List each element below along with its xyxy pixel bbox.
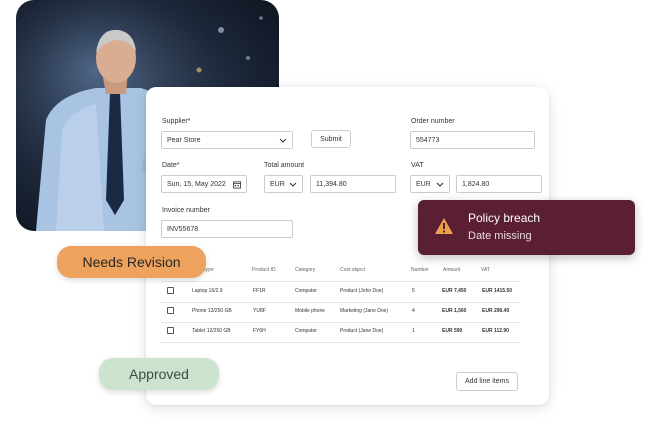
cell-product-id: FF1R — [253, 288, 266, 294]
invoice-number-label: Invoice number — [162, 207, 210, 214]
submit-button[interactable]: Submit — [311, 130, 351, 148]
cell-cost-object: Product (John Doe) — [340, 288, 384, 294]
cell-number: 4 — [412, 308, 415, 314]
cell-vat: EUR 1415.50 — [482, 288, 513, 294]
table-row: Phone 13/250 GB YU8F Mobile phone Market… — [161, 302, 519, 322]
row-checkbox[interactable] — [167, 327, 174, 334]
date-value: Sun, 15, May 2022 — [167, 180, 226, 188]
alert-title: Policy breach — [468, 211, 541, 225]
table-divider — [161, 342, 519, 343]
cell-amount: EUR 590 — [442, 328, 463, 334]
column-header-cost-object: Cost object — [340, 267, 366, 273]
cell-product: Phone 13/250 GB — [192, 308, 232, 314]
supplier-select[interactable]: Pear Store — [161, 131, 293, 149]
alert-message: Date missing — [468, 230, 532, 242]
cell-product-id: FY6H — [253, 328, 266, 334]
invoice-number-input[interactable]: INV55678 — [161, 220, 293, 238]
table-row: Laptop 16/2.9 FF1R Computer Product (Joh… — [161, 282, 519, 302]
vat-input[interactable]: 1,824.80 — [456, 175, 542, 193]
supplier-value: Pear Store — [167, 136, 201, 144]
cell-category: Computer — [295, 328, 317, 334]
chevron-down-icon — [436, 180, 444, 188]
policy-breach-alert: Policy breach Date missing — [418, 200, 635, 255]
cell-vat: EUR 296.40 — [482, 308, 510, 314]
column-header-number: Number — [411, 267, 429, 273]
warning-icon — [434, 217, 454, 235]
cell-category: Mobile phone — [295, 308, 326, 314]
order-number-input[interactable]: 554773 — [410, 131, 535, 149]
order-number-value: 554773 — [416, 136, 440, 144]
date-label: Date* — [162, 162, 180, 169]
supplier-label: Supplier* — [162, 118, 191, 125]
column-header-product-id: Product ID — [252, 267, 276, 273]
vat-value: 1,824.80 — [462, 180, 490, 188]
cell-amount: EUR 1,560 — [442, 308, 467, 314]
total-amount-value: 11,394.80 — [316, 180, 347, 188]
column-header-category: Category — [295, 267, 316, 273]
cell-product: Tablet 12/250 GB — [192, 328, 231, 334]
total-currency-select[interactable]: EUR — [264, 175, 303, 193]
calendar-icon[interactable] — [233, 180, 241, 188]
row-checkbox[interactable] — [167, 287, 174, 294]
vat-currency-select[interactable]: EUR — [410, 175, 450, 193]
column-header-vat: VAT — [481, 267, 490, 273]
column-header-amount: Amount — [443, 267, 461, 273]
total-amount-label: Total amount — [264, 162, 305, 169]
cell-cost-object: Product (Jane Doe) — [340, 328, 384, 334]
needs-revision-badge: Needs Revision — [57, 246, 206, 278]
cell-number: 1 — [412, 328, 415, 334]
order-number-label: Order number — [411, 118, 455, 125]
row-checkbox[interactable] — [167, 307, 174, 314]
approved-badge: Approved — [99, 358, 219, 390]
date-input[interactable]: Sun, 15, May 2022 — [161, 175, 247, 193]
cell-vat: EUR 112.90 — [482, 328, 509, 334]
vat-label: VAT — [411, 162, 424, 169]
cell-category: Computer — [295, 288, 317, 294]
cell-product: Laptop 16/2.9 — [192, 288, 223, 294]
cell-amount: EUR 7,450 — [442, 288, 467, 294]
cell-product-id: YU8F — [253, 308, 266, 314]
cell-number: 5 — [412, 288, 415, 294]
vat-currency-value: EUR — [416, 180, 431, 188]
invoice-number-value: INV55678 — [167, 225, 199, 233]
cell-cost-object: Marketing (Jane Doe) — [340, 308, 389, 314]
total-amount-input[interactable]: 11,394.80 — [310, 175, 396, 193]
chevron-down-icon — [279, 136, 287, 144]
chevron-down-icon — [289, 180, 297, 188]
total-currency-value: EUR — [270, 180, 285, 188]
table-row: Tablet 12/250 GB FY6H Computer Product (… — [161, 322, 519, 342]
add-line-items-button[interactable]: Add line items — [456, 372, 518, 391]
